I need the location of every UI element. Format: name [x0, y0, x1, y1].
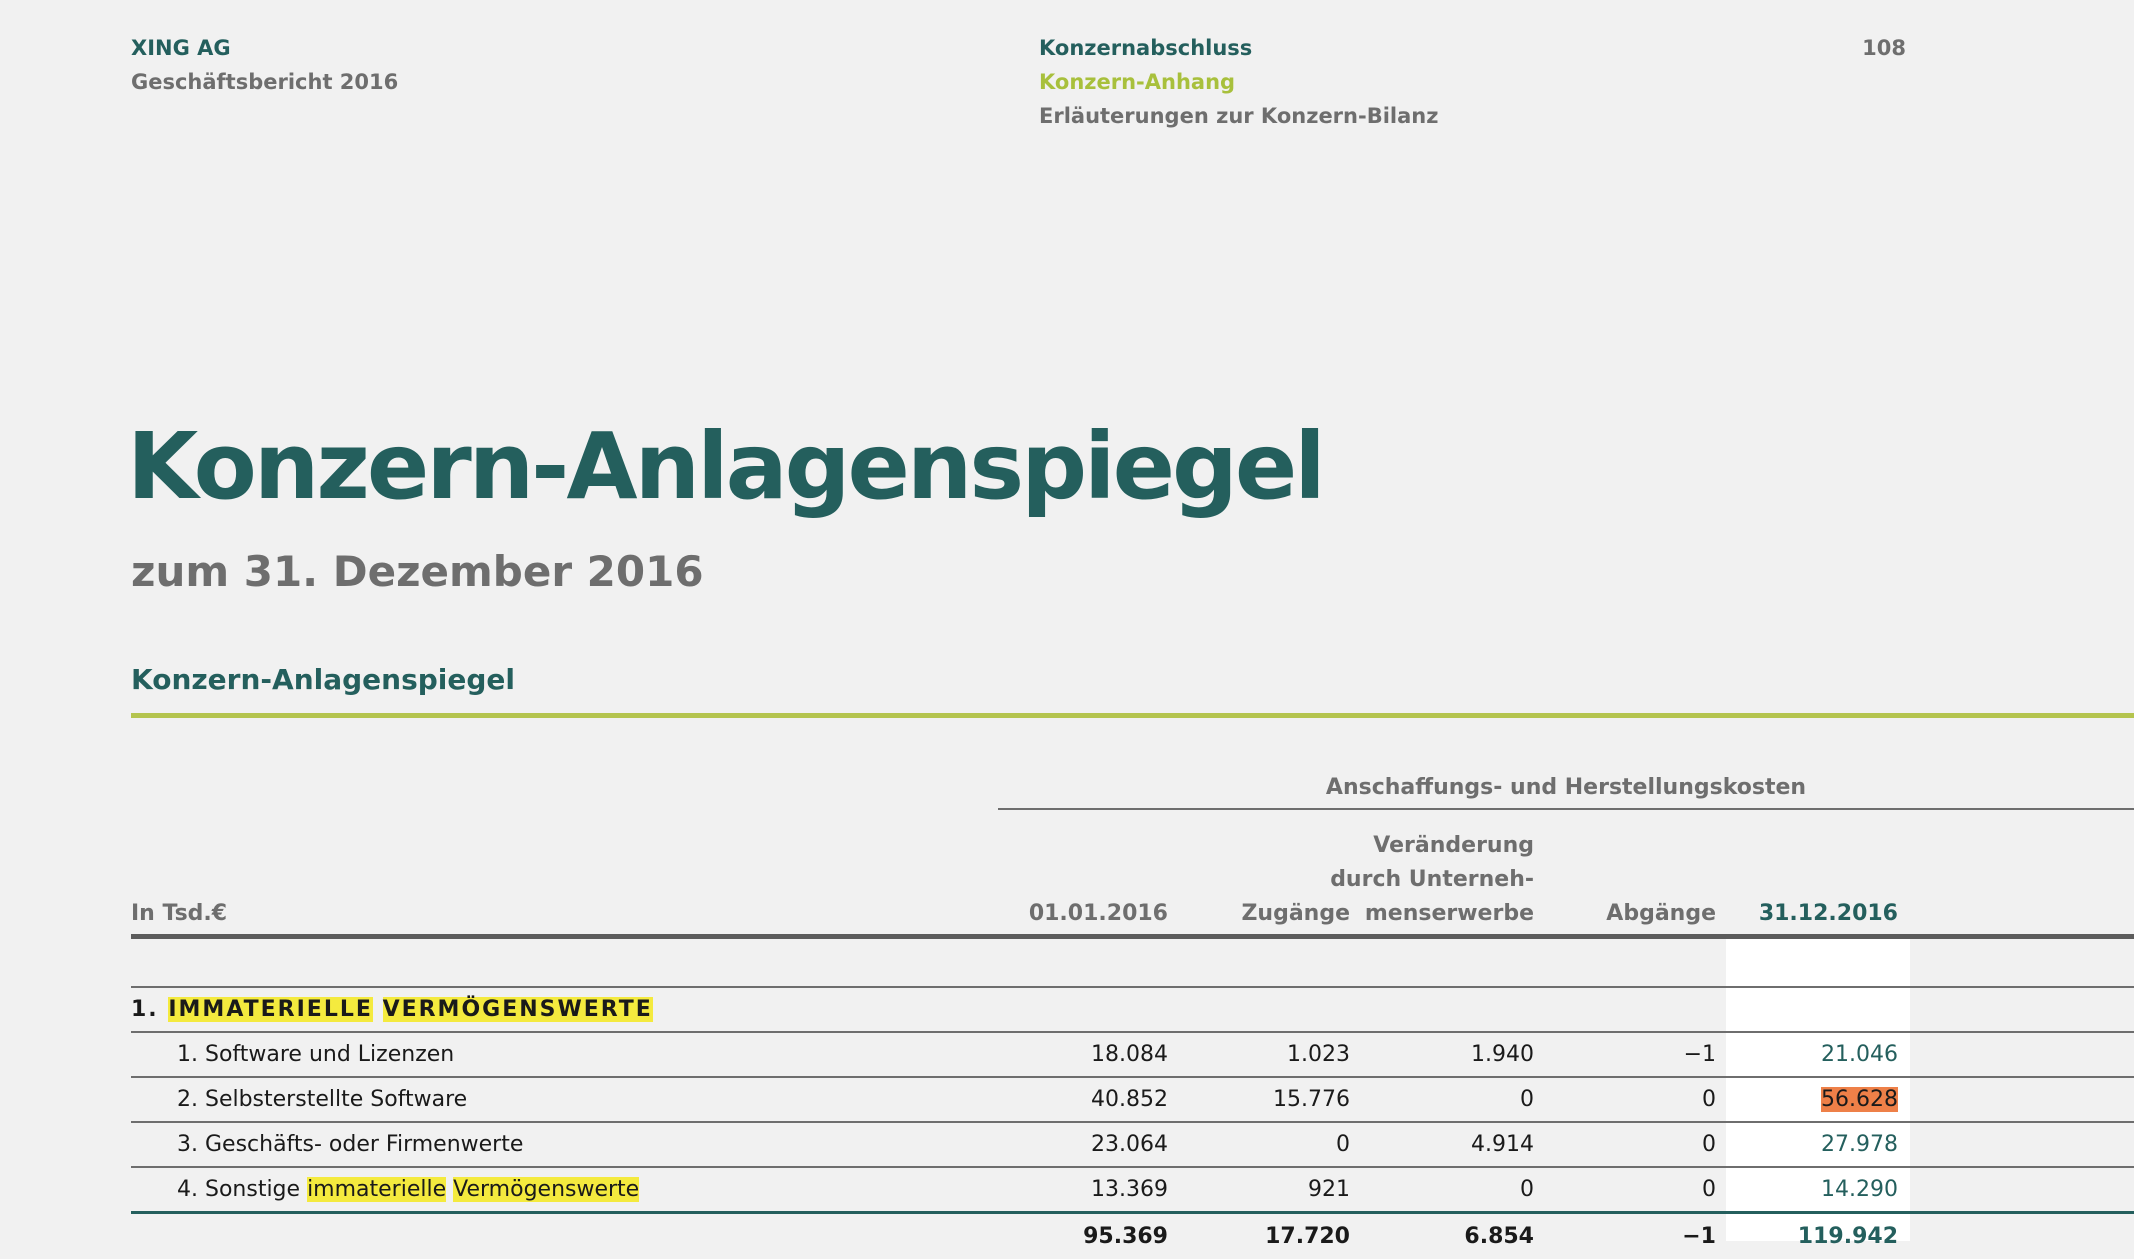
nav-section-link[interactable]: Konzernabschluss — [1039, 31, 1438, 65]
row-label: 3. Geschäfts- oder Firmenwerte — [177, 1132, 524, 1157]
cell-disposals: 0 — [1702, 1177, 1716, 1202]
cell-acquisitions: 0 — [1520, 1177, 1534, 1202]
cell-opening: 23.064 — [1091, 1132, 1168, 1157]
cell-closing: 14.290 — [1821, 1177, 1898, 1202]
orange-highlight: 56.628 — [1821, 1087, 1898, 1112]
total-additions: 17.720 — [1265, 1224, 1350, 1249]
unit-label: In Tsd.€ — [131, 901, 228, 926]
table-row: 2. Selbsterstellte Software 40.852 15.77… — [131, 1077, 2134, 1122]
cell-disposals: 0 — [1702, 1132, 1716, 1157]
cell-closing: 27.978 — [1821, 1132, 1898, 1157]
cell-opening: 18.084 — [1091, 1042, 1168, 1067]
section-title: Konzern-Anlagenspiegel — [131, 663, 516, 696]
section-divider — [131, 713, 2134, 718]
category-number: 1. — [131, 997, 159, 1022]
column-header-acquisitions: Veränderung durch Unterneh- menserwerbe — [1330, 829, 1534, 931]
cell-opening: 13.369 — [1091, 1177, 1168, 1202]
category-label: 1. IMMATERIELLE VERMÖGENSWERTE — [131, 987, 653, 1032]
header-left: XING AG Geschäftsbericht 2016 — [131, 31, 398, 99]
cell-closing-highlighted: 56.628 — [1740, 1077, 1898, 1122]
cell-additions: 921 — [1308, 1177, 1350, 1202]
nav-topic-link[interactable]: Erläuterungen zur Konzern-Bilanz — [1039, 99, 1438, 133]
row-label-highlight: immaterielle — [307, 1177, 447, 1202]
cell-opening: 40.852 — [1091, 1087, 1168, 1112]
row-label-highlight: Vermögenswerte — [453, 1177, 640, 1202]
company-name: XING AG — [131, 36, 231, 60]
total-acquisitions: 6.854 — [1464, 1224, 1534, 1249]
row-label: 4. Sonstige immaterielle Vermögenswerte — [177, 1167, 640, 1212]
total-disposals: −1 — [1682, 1224, 1716, 1249]
row-label-prefix: 4. Sonstige — [177, 1177, 301, 1202]
table-row-category: 1. IMMATERIELLE VERMÖGENSWERTE — [131, 987, 2134, 1032]
column-header-acquisitions-line2: durch Unterneh- — [1330, 867, 1534, 892]
cell-additions: 15.776 — [1273, 1087, 1350, 1112]
column-header-acquisitions-line1: Veränderung — [1373, 833, 1534, 858]
cell-additions: 1.023 — [1287, 1042, 1350, 1067]
column-header-disposals: Abgänge — [1606, 901, 1716, 926]
header-navigation: Konzernabschluss Konzern-Anhang Erläuter… — [1039, 31, 1438, 133]
page-title: Konzern-Anlagenspiegel — [127, 413, 1326, 520]
cell-acquisitions: 1.940 — [1471, 1042, 1534, 1067]
cell-acquisitions: 4.914 — [1471, 1132, 1534, 1157]
cell-acquisitions: 0 — [1520, 1087, 1534, 1112]
cell-disposals: −1 — [1683, 1042, 1716, 1067]
cell-additions: 0 — [1336, 1132, 1350, 1157]
row-label: 1. Software und Lizenzen — [177, 1042, 455, 1067]
report-name: Geschäftsbericht 2016 — [131, 70, 399, 94]
row-label: 2. Selbsterstellte Software — [177, 1087, 468, 1112]
column-header-additions: Zugänge — [1241, 901, 1350, 926]
total-opening: 95.369 — [1083, 1224, 1168, 1249]
column-header-acquisitions-line3: menserwerbe — [1364, 901, 1534, 926]
category-word-highlight: VERMÖGENSWERTE — [382, 997, 653, 1022]
nav-subsection-link[interactable]: Konzern-Anhang — [1039, 65, 1438, 99]
column-header-closing: 31.12.2016 — [1758, 901, 1898, 926]
table-row-total: 95.369 17.720 6.854 −1 119.942 — [131, 1214, 2134, 1259]
page-number: 108 — [1862, 36, 1906, 60]
column-group-header: Anschaffungs- und Herstellungskosten — [998, 770, 2134, 810]
table-row: 3. Geschäfts- oder Firmenwerte 23.064 0 … — [131, 1122, 2134, 1167]
table-row: 4. Sonstige immaterielle Vermögenswerte … — [131, 1167, 2134, 1212]
category-word-highlight: IMMATERIELLE — [168, 997, 373, 1022]
total-closing: 119.942 — [1797, 1224, 1898, 1249]
cell-disposals: 0 — [1702, 1087, 1716, 1112]
page-subtitle: zum 31. Dezember 2016 — [131, 547, 704, 596]
cell-closing: 21.046 — [1821, 1042, 1898, 1067]
column-header-opening: 01.01.2016 — [1028, 901, 1168, 926]
table-row: 1. Software und Lizenzen 18.084 1.023 1.… — [131, 1032, 2134, 1077]
